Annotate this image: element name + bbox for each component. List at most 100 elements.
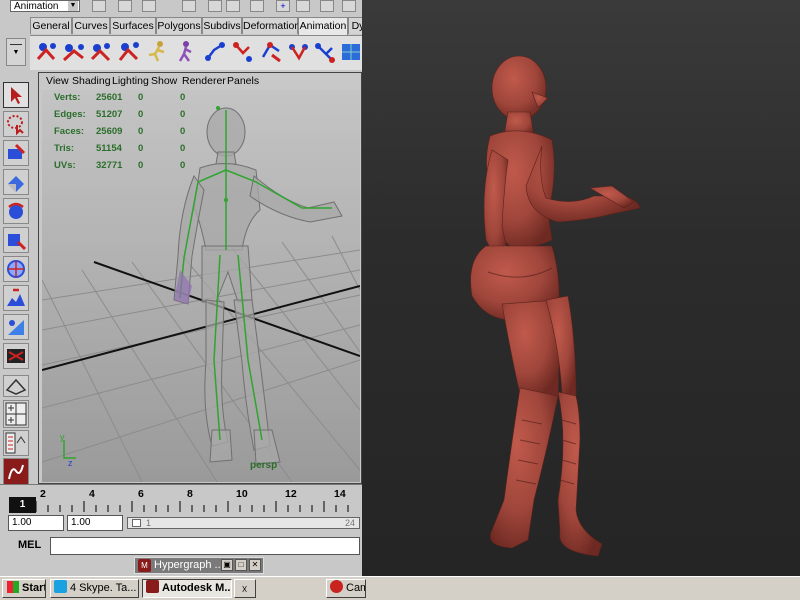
tab-surfaces[interactable]: Surfaces <box>110 17 156 34</box>
spine-joint <box>224 198 228 202</box>
head-joint <box>216 106 220 110</box>
menu-set-select[interactable]: Animation ▼ <box>10 0 80 12</box>
maximize-icon[interactable]: □ <box>235 559 247 571</box>
skype-icon <box>54 580 67 593</box>
history-icon[interactable] <box>296 0 310 12</box>
range-end-label: 24 <box>344 518 355 528</box>
tick-label: 14 <box>334 488 346 500</box>
status-line: Animation ▼ + <box>0 0 362 14</box>
select-tool[interactable] <box>3 82 29 108</box>
taskbar-zbrush-button[interactable]: ☓ <box>234 579 256 598</box>
tick-label: 10 <box>236 488 248 500</box>
move-tool[interactable] <box>3 169 29 195</box>
key-rotate-icon[interactable] <box>88 39 114 65</box>
close-icon[interactable]: ✕ <box>249 559 261 571</box>
maya-logo-icon <box>146 580 159 593</box>
range-slider-handle[interactable] <box>132 519 141 527</box>
ik-spline-icon[interactable] <box>202 39 228 65</box>
tab-deformation[interactable]: Deformation <box>242 17 300 34</box>
view-menu[interactable]: View <box>46 75 69 87</box>
save-scene-icon[interactable] <box>142 0 156 12</box>
scale-tool[interactable] <box>3 227 29 253</box>
tab-curves[interactable]: Curves <box>72 17 110 34</box>
rotate-tool[interactable] <box>3 198 29 224</box>
show-menu[interactable]: Show <box>151 75 177 87</box>
tick-label: 12 <box>285 488 297 500</box>
paint-weights-icon[interactable] <box>338 39 362 65</box>
playback-start-field[interactable]: 1.00 <box>67 515 123 531</box>
render-icon[interactable] <box>320 0 334 12</box>
character-mesh <box>173 107 343 465</box>
lighting-menu[interactable]: Lighting <box>112 75 149 87</box>
taskbar-autodesk-maya-button[interactable]: Autodesk M... <box>142 579 232 598</box>
maya-logo-button[interactable] <box>3 458 29 486</box>
bind-skin-icon[interactable] <box>286 39 312 65</box>
tab-dynamics[interactable]: Dy <box>348 17 362 34</box>
key-translate-icon[interactable] <box>61 39 87 65</box>
tick-label: 8 <box>187 488 193 500</box>
snap-icon[interactable] <box>250 0 264 12</box>
last-used-tool[interactable] <box>3 343 29 369</box>
lasso-icon <box>7 115 24 136</box>
grid-axis-z <box>93 261 360 357</box>
paint-select-tool[interactable] <box>3 140 29 166</box>
hypergraph-minimized-window[interactable]: M Hypergraph ... ▣ □ ✕ <box>134 557 264 574</box>
viewport-panel: View Shading Lighting Show Renderer Pane… <box>38 72 362 484</box>
universal-manipulator-tool[interactable] <box>3 256 29 282</box>
tab-subdivs[interactable]: Subdivs <box>202 17 242 34</box>
four-view-icon <box>5 402 27 426</box>
select-hierarchy-icon[interactable] <box>182 0 196 12</box>
walking-figure-icon[interactable] <box>172 39 198 65</box>
tick-label: 2 <box>40 488 46 500</box>
soft-modification-tool[interactable] <box>3 285 29 311</box>
renderer-menu[interactable]: Renderer <box>182 75 226 87</box>
tab-general[interactable]: General <box>30 17 72 34</box>
zbrush-canvas[interactable] <box>362 0 800 600</box>
range-start-label: 1 <box>146 518 152 528</box>
taskbar-camtasia-button[interactable]: Cam <box>326 579 366 598</box>
lasso-tool[interactable] <box>3 111 29 137</box>
manipulator-icon <box>7 260 25 278</box>
single-pane-layout[interactable] <box>3 375 29 397</box>
show-manipulator-tool[interactable] <box>3 314 29 340</box>
start-button[interactable]: Start <box>2 579 46 598</box>
camera-label: persp <box>250 460 278 471</box>
zbrush-icon: ☓ <box>241 584 248 596</box>
running-figure-icon[interactable] <box>144 39 170 65</box>
open-scene-icon[interactable] <box>118 0 132 12</box>
joint-tool-icon[interactable] <box>230 39 256 65</box>
windows-logo-icon <box>7 581 19 593</box>
maya-window: Animation ▼ + General Curves Surfaces Po… <box>0 0 362 600</box>
ik-handle-icon[interactable] <box>258 39 284 65</box>
shading-menu[interactable]: Shading <box>72 75 111 87</box>
select-component-icon[interactable] <box>226 0 240 12</box>
range-slider[interactable]: 1 24 <box>127 517 360 529</box>
tab-polygons[interactable]: Polygons <box>156 17 202 34</box>
time-ruler <box>35 501 349 512</box>
hypergraph-title: Hypergraph ... <box>154 559 224 571</box>
mel-command-input[interactable] <box>50 537 360 555</box>
set-key-icon[interactable] <box>34 39 60 65</box>
current-frame-marker[interactable]: 1 <box>9 497 36 513</box>
ipr-render-icon[interactable] <box>342 0 356 12</box>
panels-menu[interactable]: Panels <box>227 75 259 87</box>
time-slider[interactable]: 2 4 6 8 10 12 14 1 <box>0 484 362 513</box>
taskbar-skype-button[interactable]: 4 Skype. Ta... <box>50 579 139 598</box>
tab-animation[interactable]: Animation <box>298 17 348 35</box>
soft-mod-icon <box>7 288 25 306</box>
start-time-field[interactable]: 1.00 <box>8 515 64 531</box>
four-pane-layout[interactable] <box>3 400 29 428</box>
sculpted-figure <box>470 55 641 557</box>
detach-skin-icon[interactable] <box>312 39 338 65</box>
maya-logo-icon: M <box>138 559 151 572</box>
shelf-menu-button[interactable]: ▼ <box>6 38 26 66</box>
mel-label[interactable]: MEL <box>18 539 41 551</box>
perspective-viewport[interactable]: y z Verts: 25601 0 0 Edges: 51207 0 0 Fa… <box>42 90 360 482</box>
view-axis-gizmo: y z <box>60 432 76 468</box>
select-object-icon[interactable] <box>208 0 222 12</box>
add-icon[interactable]: + <box>276 0 290 12</box>
restore-icon[interactable]: ▣ <box>221 559 233 571</box>
key-scale-icon[interactable] <box>116 39 142 65</box>
new-scene-icon[interactable] <box>92 0 106 12</box>
outliner-layout[interactable] <box>3 430 29 456</box>
